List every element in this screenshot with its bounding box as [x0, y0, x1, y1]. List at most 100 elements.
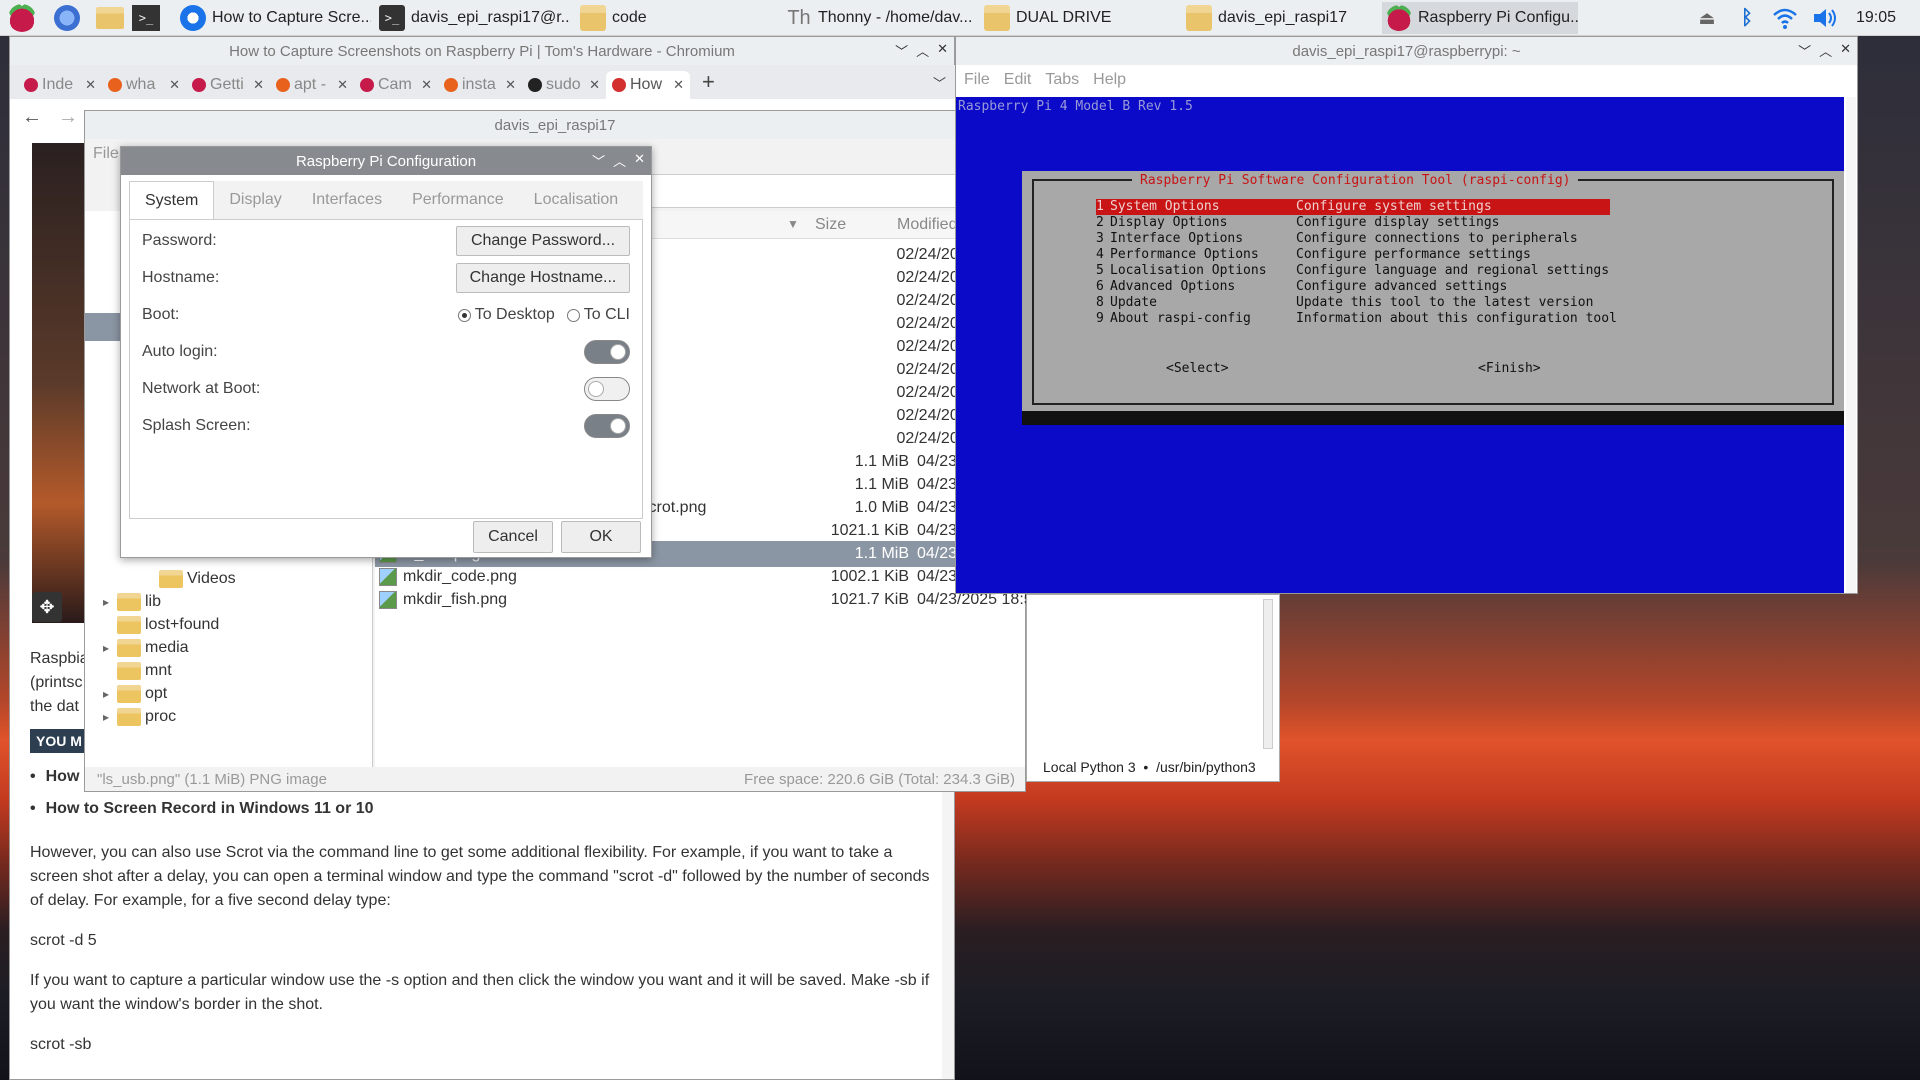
tab-close-icon[interactable]: ✕ — [169, 77, 180, 93]
taskbar-item-code[interactable]: code — [576, 2, 772, 34]
expander-icon[interactable]: ▸ — [103, 687, 117, 701]
change-hostname-button[interactable]: Change Hostname... — [456, 263, 630, 293]
volume-icon[interactable] — [1812, 6, 1840, 30]
menu-file[interactable]: File — [964, 71, 990, 89]
maximize-icon[interactable]: ︿ — [1819, 41, 1832, 60]
browser-tab[interactable]: insta ✕ — [438, 71, 522, 99]
bluetooth-icon[interactable]: ᛒ — [1736, 6, 1758, 30]
select-button[interactable]: <Select> — [1166, 361, 1229, 376]
taskbar-item-chromium[interactable]: How to Capture Scre... — [176, 2, 371, 34]
tab-close-icon[interactable]: ✕ — [253, 77, 264, 93]
menu-option[interactable]: 2 Display Options Configure display settin… — [1096, 215, 1617, 231]
tree-item[interactable]: ▸ proc — [103, 704, 176, 730]
new-tab-button[interactable]: + — [702, 69, 715, 95]
tab-display[interactable]: Display — [214, 181, 296, 219]
tab-close-icon[interactable]: ✕ — [673, 77, 684, 93]
menu-option[interactable]: 6 Advanced Options Configure advanced sett… — [1096, 279, 1617, 295]
taskbar-item-home-folder[interactable]: davis_epi_raspi17 — [1182, 2, 1378, 34]
option-desc: Configure performance settings — [1296, 247, 1531, 262]
interpreter-status[interactable]: Local Python 3 • /usr/bin/python3 — [1043, 759, 1256, 775]
tab-interfaces[interactable]: Interfaces — [297, 181, 397, 219]
web-browser-icon[interactable] — [54, 5, 80, 31]
autologin-toggle[interactable] — [584, 340, 630, 364]
menu-help[interactable]: Help — [1093, 71, 1126, 89]
tab-system[interactable]: System — [129, 181, 215, 219]
article-link[interactable]: How — [46, 765, 80, 789]
column-size[interactable]: Size — [815, 216, 846, 234]
browser-tab[interactable]: Getti ✕ — [186, 71, 270, 99]
folder-icon — [984, 5, 1010, 31]
taskbar-item-terminal[interactable]: >_ davis_epi_raspi17@r... — [375, 2, 571, 34]
browser-tab[interactable]: How ✕ — [606, 71, 690, 99]
browser-tab[interactable]: sudo ✕ — [522, 71, 606, 99]
path-bar[interactable] — [645, 174, 975, 208]
close-icon[interactable]: ✕ — [1840, 41, 1851, 60]
maximize-icon[interactable]: ︿ — [613, 151, 626, 170]
network-at-boot-toggle[interactable] — [584, 377, 630, 401]
back-icon[interactable]: ← — [22, 106, 42, 129]
taskbar-item-dual-drive[interactable]: DUAL DRIVE — [980, 2, 1176, 34]
menu-option[interactable]: 4 Performance Options Configure performanc… — [1096, 247, 1617, 263]
tab-performance[interactable]: Performance — [397, 181, 519, 219]
menu-edit[interactable]: Edit — [1004, 71, 1032, 89]
tab-close-icon[interactable]: ✕ — [337, 77, 348, 93]
change-password-button[interactable]: Change Password... — [456, 226, 630, 256]
sort-chevron-icon[interactable]: ▼ — [787, 217, 799, 231]
tab-localisation[interactable]: Localisation — [519, 181, 634, 219]
wifi-icon[interactable] — [1772, 6, 1798, 30]
boot-cli-radio[interactable]: To CLI — [566, 306, 630, 324]
option-name: Localisation Options — [1110, 263, 1267, 278]
menu-option[interactable]: 1 System Options Configure system settings — [1096, 199, 1610, 215]
taskbar-item-thonny[interactable]: Th Thonny - /home/dav... — [782, 2, 978, 34]
folder-icon — [117, 593, 141, 611]
ok-button[interactable]: OK — [561, 521, 641, 553]
column-modified[interactable]: Modified — [897, 216, 957, 234]
splash-screen-toggle[interactable] — [584, 414, 630, 438]
menu-option[interactable]: 3 Interface Options Configure connections … — [1096, 231, 1617, 247]
file-row[interactable]: mkdir_fish.png 1021.7 KiB 04/23/2025 18:59 — [375, 587, 1042, 613]
move-icon[interactable]: ✥ — [32, 592, 62, 622]
clock[interactable]: 19:05 — [1856, 9, 1896, 27]
tab-search-icon[interactable]: ﹀ — [933, 73, 946, 92]
eject-icon[interactable]: ⏏ — [1696, 6, 1718, 30]
menu-option[interactable]: 5 Localisation Options Configure language … — [1096, 263, 1617, 279]
tab-close-icon[interactable]: ✕ — [85, 77, 96, 93]
password-label: Password: — [142, 232, 217, 249]
tab-close-icon[interactable]: ✕ — [505, 77, 516, 93]
tab-close-icon[interactable]: ✕ — [589, 77, 600, 93]
scrollbar[interactable] — [1846, 97, 1856, 593]
menu-tabs[interactable]: Tabs — [1045, 71, 1079, 89]
browser-tab[interactable]: apt - ✕ — [270, 71, 354, 99]
list-item[interactable]: • How to Screen Record in Windows 11 or 1… — [30, 793, 930, 825]
raspberry-menu-icon[interactable] — [8, 4, 36, 32]
terminal-icon[interactable]: >_ — [132, 5, 160, 31]
expander-icon[interactable]: ▸ — [103, 641, 117, 655]
close-icon[interactable]: ✕ — [634, 151, 645, 170]
browser-tab[interactable]: Cam ✕ — [354, 71, 438, 99]
file-manager-icon[interactable] — [96, 7, 124, 29]
taskbar-item-rpi-config[interactable]: Raspberry Pi Configu... — [1382, 2, 1578, 34]
expander-icon[interactable]: ▸ — [103, 710, 117, 724]
browser-tab[interactable]: wha ✕ — [102, 71, 186, 99]
scrollbar[interactable] — [1263, 599, 1273, 749]
close-icon[interactable]: ✕ — [937, 41, 948, 60]
minimize-icon[interactable]: ﹀ — [895, 41, 908, 60]
tab-label: wha — [126, 76, 156, 93]
finish-button[interactable]: <Finish> — [1478, 361, 1541, 376]
article-link[interactable]: How to Screen Record in Windows 11 or 10 — [46, 797, 374, 821]
minimize-icon[interactable]: ﹀ — [592, 151, 605, 170]
tab-close-icon[interactable]: ✕ — [421, 77, 432, 93]
menu-file[interactable]: File — [93, 145, 119, 163]
minimize-icon[interactable]: ﹀ — [1798, 41, 1811, 60]
taskbar: >_ How to Capture Scre... >_ davis_epi_r… — [0, 0, 1920, 36]
expander-icon[interactable]: ▸ — [103, 595, 117, 609]
menu-option[interactable]: 9 About raspi-config Information about thi… — [1096, 311, 1617, 327]
browser-tab[interactable]: Inde ✕ — [18, 71, 102, 99]
file-size: 1.1 MiB — [854, 545, 909, 562]
boot-desktop-radio[interactable]: To Desktop — [457, 306, 555, 324]
terminal-screen[interactable]: Raspberry Pi 4 Model B Rev 1.5 Raspberry… — [956, 97, 1844, 593]
maximize-icon[interactable]: ︿ — [916, 41, 929, 60]
forward-icon[interactable]: → — [58, 106, 78, 129]
cancel-button[interactable]: Cancel — [473, 521, 553, 553]
menu-option[interactable]: 8 Update Update this tool to the latest ve… — [1096, 295, 1617, 311]
